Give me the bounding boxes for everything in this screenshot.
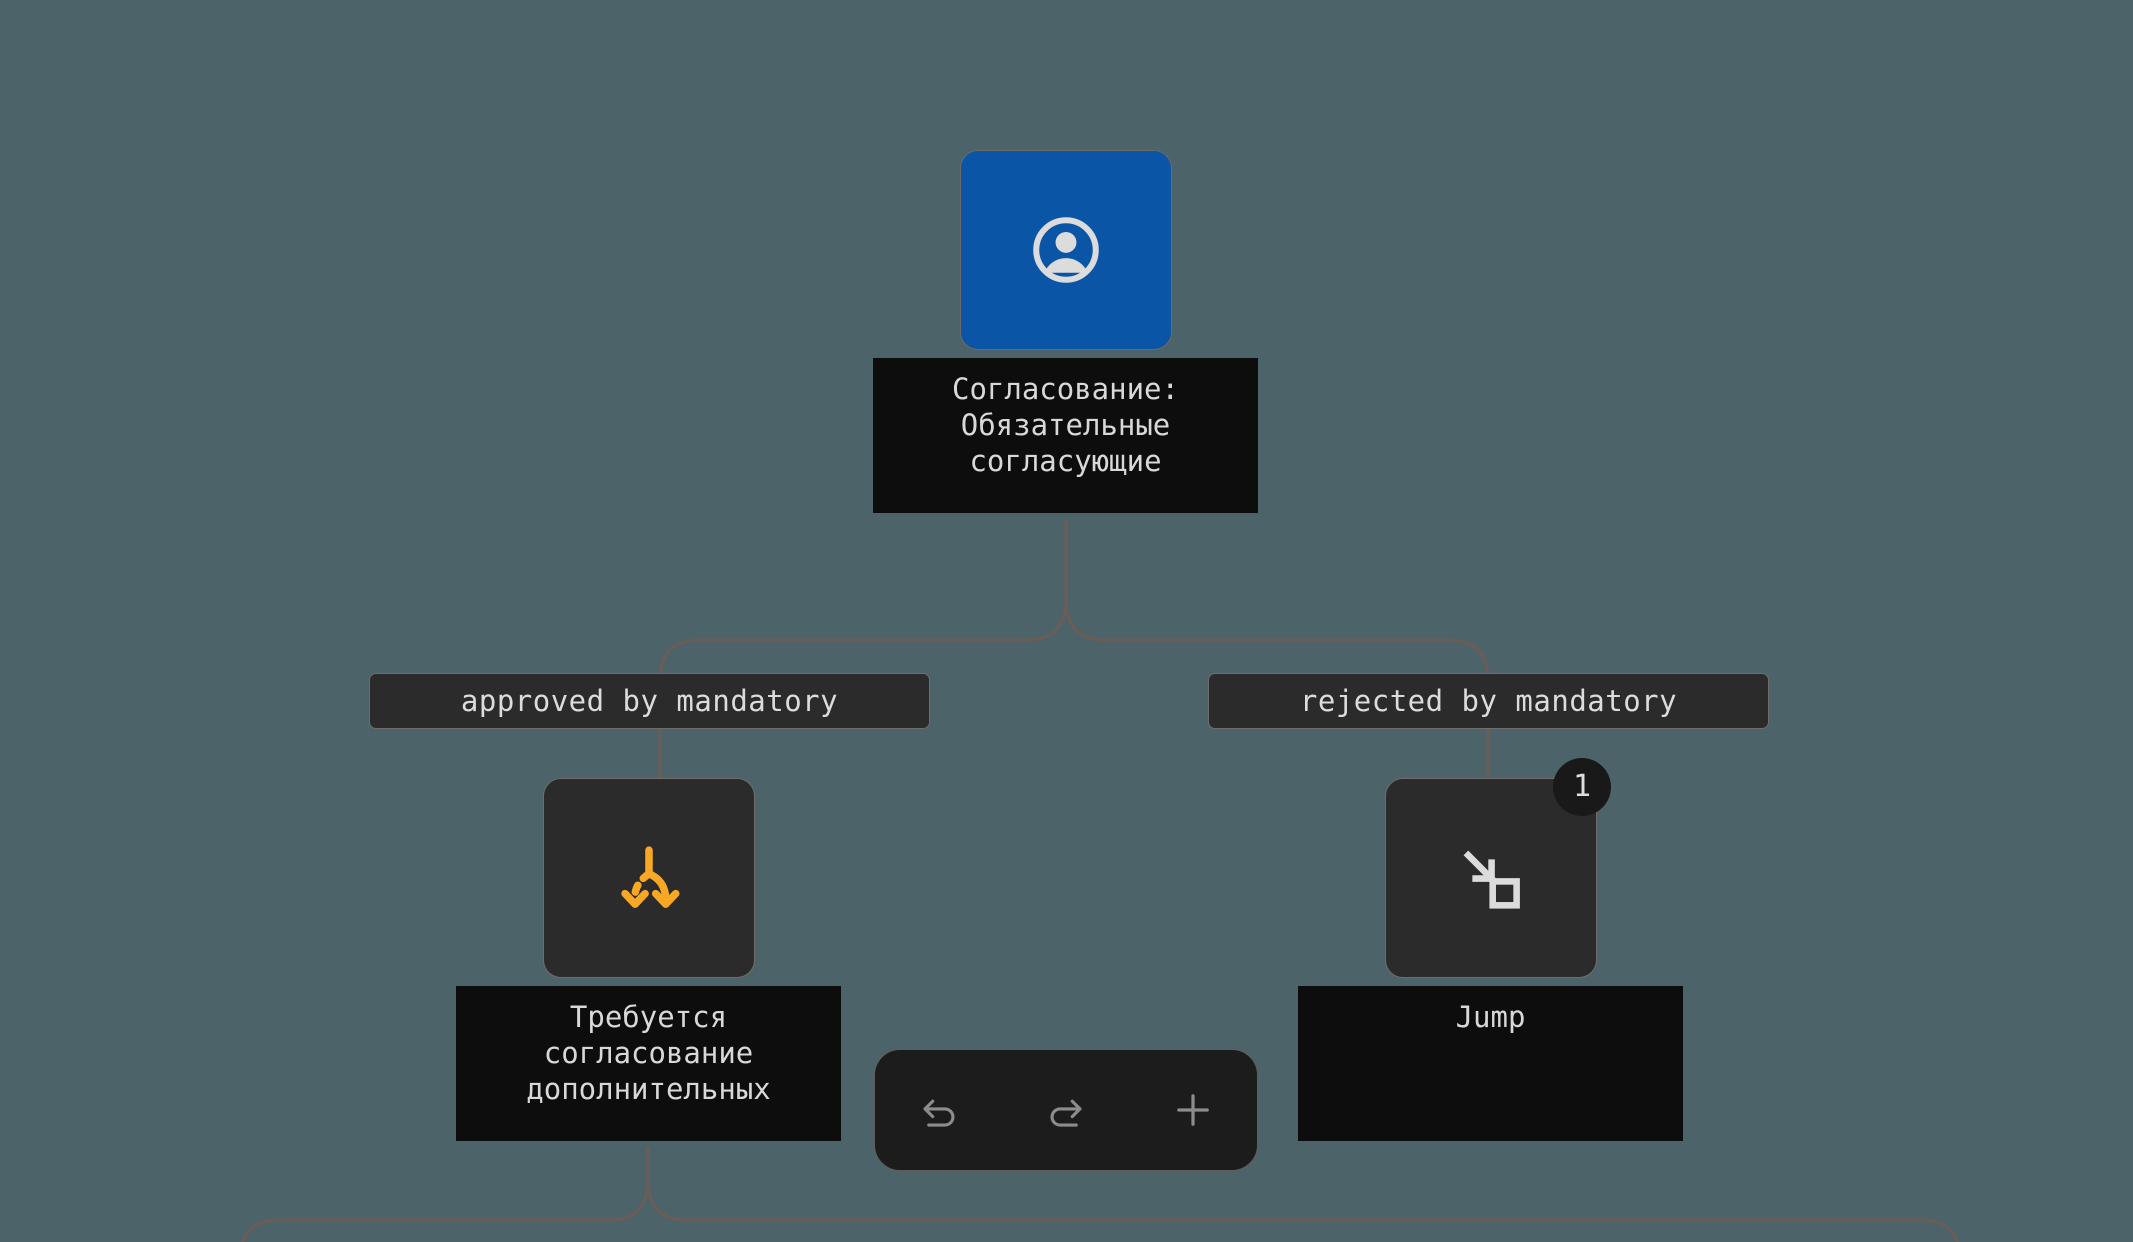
node-additional-approval[interactable] bbox=[543, 778, 755, 978]
undo-icon bbox=[917, 1088, 961, 1132]
edge-fork-to-bottom-right bbox=[646, 1179, 1959, 1242]
edge-label-approved[interactable]: approved by mandatory bbox=[369, 673, 930, 729]
node-card-root[interactable] bbox=[960, 150, 1172, 350]
redo-button[interactable] bbox=[1023, 1067, 1109, 1153]
add-button[interactable] bbox=[1150, 1067, 1236, 1153]
node-label-root: Согласование: Обязательные согласующие bbox=[873, 358, 1258, 513]
fork-branch-icon bbox=[610, 839, 688, 917]
node-badge-count: 1 bbox=[1553, 758, 1611, 816]
workflow-canvas[interactable]: Согласование: Обязательные согласующие a… bbox=[0, 0, 2133, 1242]
node-approval-root[interactable] bbox=[960, 150, 1172, 350]
floating-toolbar[interactable] bbox=[874, 1049, 1258, 1171]
node-card-fork[interactable] bbox=[543, 778, 755, 978]
plus-icon bbox=[1170, 1087, 1216, 1133]
node-jump[interactable]: 1 bbox=[1385, 758, 1611, 978]
jump-into-box-icon bbox=[1454, 841, 1528, 915]
account-circle-icon bbox=[1028, 212, 1104, 288]
edge-fork-to-bottom-left bbox=[241, 1179, 650, 1242]
edge-label-rejected[interactable]: rejected by mandatory bbox=[1208, 673, 1769, 729]
node-label-jump: Jump bbox=[1298, 986, 1683, 1141]
node-label-fork: Требуется согласование дополнительных bbox=[456, 986, 841, 1141]
undo-button[interactable] bbox=[896, 1067, 982, 1153]
redo-icon bbox=[1044, 1088, 1088, 1132]
